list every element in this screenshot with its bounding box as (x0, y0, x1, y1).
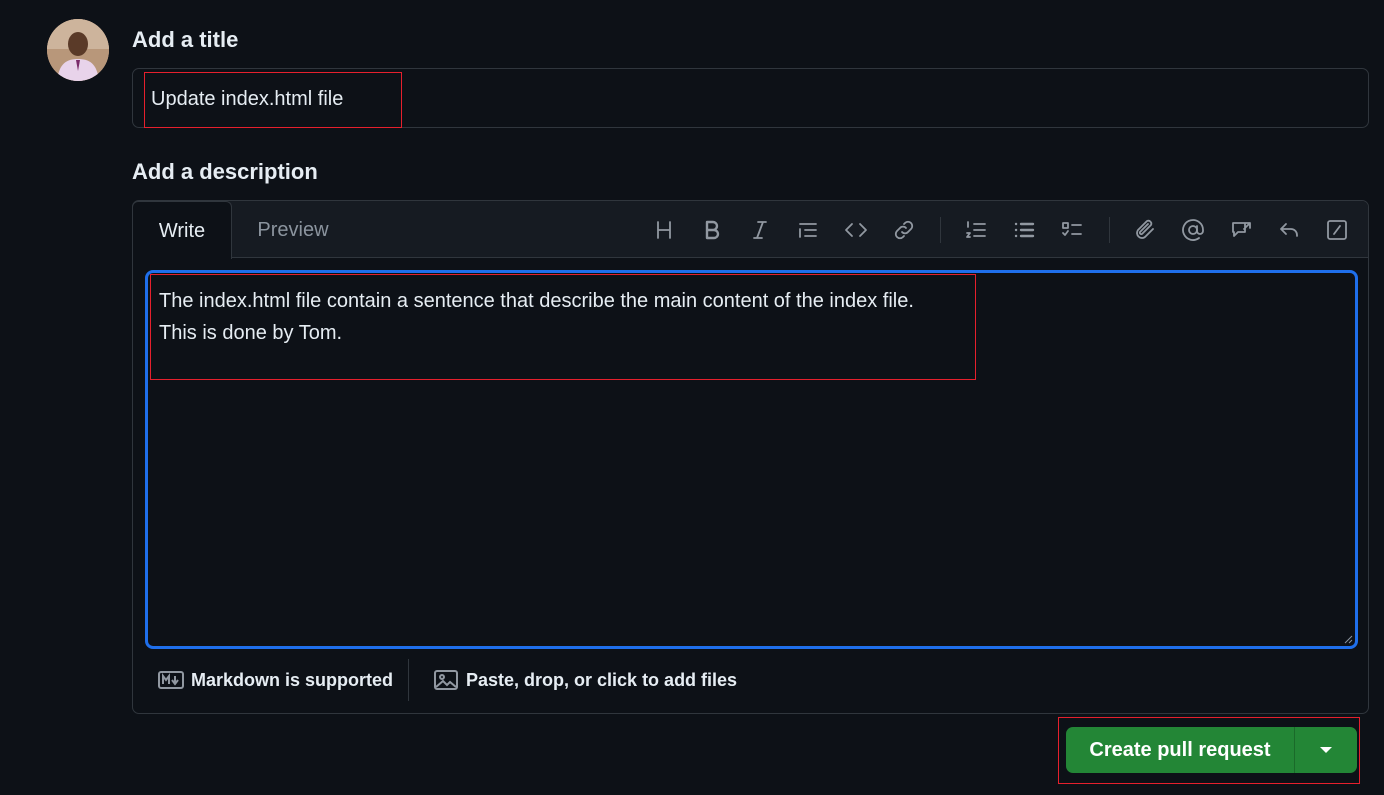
toolbar-divider (940, 217, 941, 243)
markdown-label: Markdown is supported (191, 669, 394, 690)
undo-icon[interactable] (1274, 215, 1304, 245)
reference-icon[interactable] (1226, 215, 1256, 245)
add-files-label: Paste, drop, or click to add files (466, 669, 738, 690)
bold-icon[interactable] (697, 215, 727, 245)
tab-preview[interactable]: Preview (243, 201, 343, 259)
quote-icon[interactable] (793, 215, 823, 245)
title-input[interactable]: Update index.html file (132, 68, 1369, 128)
create-options-dropdown[interactable] (1295, 727, 1357, 773)
ordered-list-icon[interactable] (961, 215, 991, 245)
code-icon[interactable] (841, 215, 871, 245)
heading-icon[interactable] (649, 215, 679, 245)
slash-command-icon[interactable] (1322, 215, 1352, 245)
mention-icon[interactable] (1178, 215, 1208, 245)
title-input-value[interactable]: Update index.html file (151, 88, 343, 111)
footer-divider (408, 659, 409, 701)
add-files-link[interactable]: Paste, drop, or click to add files (433, 667, 737, 693)
tab-write[interactable]: Write (132, 201, 232, 259)
image-icon (434, 670, 458, 690)
unordered-list-icon[interactable] (1009, 215, 1039, 245)
description-editor: Write Preview The index.html file contai… (132, 200, 1369, 714)
title-heading: Add a title (132, 27, 239, 52)
toolbar-divider (1109, 217, 1110, 243)
create-pull-request-group: Create pull request (1066, 727, 1357, 773)
description-line: The index.html file contain a sentence t… (159, 290, 914, 312)
editor-tabbar: Write Preview (132, 201, 1368, 259)
attach-icon[interactable] (1130, 215, 1160, 245)
markdown-supported-link[interactable]: Markdown is supported (158, 667, 393, 693)
user-avatar-icon (47, 19, 109, 81)
create-pull-request-button[interactable]: Create pull request (1066, 727, 1295, 773)
markdown-icon (158, 671, 184, 689)
resize-handle-icon[interactable] (1343, 634, 1353, 644)
description-textarea[interactable]: The index.html file contain a sentence t… (145, 270, 1358, 649)
task-list-icon[interactable] (1057, 215, 1087, 245)
description-line: This is done by Tom. (159, 322, 343, 344)
caret-down-icon (1320, 747, 1332, 753)
avatar[interactable] (47, 19, 109, 81)
italic-icon[interactable] (745, 215, 775, 245)
description-heading: Add a description (132, 159, 318, 184)
link-icon[interactable] (889, 215, 919, 245)
